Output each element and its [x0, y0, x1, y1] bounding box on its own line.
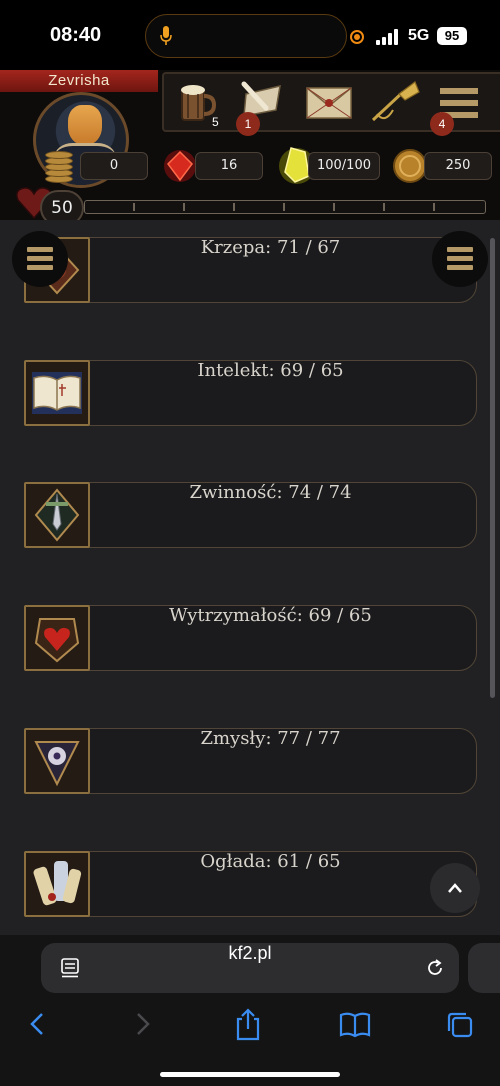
- bookmarks-icon[interactable]: [335, 1007, 375, 1041]
- scrolls-icon: [24, 851, 90, 917]
- tavern-count: 5: [212, 115, 219, 129]
- game-header: Zevrisha 5 1 4 0 16 100/100 250 50: [0, 70, 500, 226]
- stat-row-wytrzymalosc[interactable]: Wytrzymałość: 69 / 65: [24, 605, 478, 671]
- reload-icon[interactable]: [425, 958, 445, 978]
- microphone-icon: [160, 26, 172, 45]
- coins-value: 0: [80, 152, 148, 180]
- top-icon-bar: 5 1 4: [162, 72, 500, 136]
- quests-badge: 1: [236, 112, 260, 136]
- stat-label: Zmysły: 77 / 77: [200, 728, 341, 749]
- forward-arrow-icon[interactable]: [122, 1007, 162, 1041]
- gold-coin-icon: [393, 149, 427, 183]
- stat-label: Krzepa: 71 / 67: [200, 237, 341, 258]
- stat-label: Ogłada: 61 / 65: [200, 851, 341, 872]
- stat-row-zwinnosc[interactable]: Zwinność: 74 / 74: [24, 482, 478, 548]
- stat-row-oglada[interactable]: Ogłada: 61 / 65: [24, 851, 478, 917]
- back-arrow-icon[interactable]: [18, 1007, 58, 1041]
- open-book-icon: [24, 360, 90, 426]
- crystals-value: 16: [195, 152, 263, 180]
- stat-label: Zwinność: 74 / 74: [189, 482, 352, 503]
- dagger-icon: [24, 482, 90, 548]
- envelope-icon: [306, 87, 352, 119]
- horn-icon: [371, 81, 420, 122]
- coin-stack-icon: [45, 145, 81, 183]
- stat-row-zmysly[interactable]: Zmysły: 77 / 77: [24, 728, 478, 794]
- recording-indicator-icon: [350, 30, 364, 44]
- energy-value: 100/100: [308, 152, 380, 180]
- signal-icon: [376, 29, 402, 45]
- quests-button[interactable]: 1: [236, 80, 286, 136]
- stat-label: Intelekt: 69 / 65: [197, 360, 344, 381]
- crystal-icon: [164, 150, 196, 182]
- stats-list: Krzepa: 71 / 67 Intelekt: 69 / 65 Zwinno…: [0, 220, 500, 935]
- right-menu-button[interactable]: [432, 231, 488, 287]
- stat-row-krzepa[interactable]: Krzepa: 71 / 67: [24, 237, 478, 303]
- status-time: 08:40: [50, 24, 102, 46]
- gold-value: 250: [424, 152, 492, 180]
- experience-bar: [84, 200, 486, 214]
- tavern-button[interactable]: 5: [174, 80, 224, 129]
- share-icon[interactable]: [228, 1007, 268, 1041]
- home-indicator[interactable]: [160, 1072, 340, 1077]
- stat-label: Wytrzymałość: 69 / 65: [169, 605, 372, 626]
- chevron-up-icon: [448, 883, 462, 893]
- horn-button[interactable]: [369, 80, 420, 126]
- address-bar[interactable]: kf2.pl: [41, 943, 459, 993]
- dynamic-island[interactable]: [145, 14, 347, 58]
- main-menu-button[interactable]: 4: [430, 80, 486, 136]
- mail-button[interactable]: [304, 80, 354, 126]
- stat-row-intelekt[interactable]: Intelekt: 69 / 65: [24, 360, 478, 426]
- menu-badge: 4: [430, 112, 454, 136]
- scroll-to-top-button[interactable]: [430, 863, 480, 913]
- heart-shield-icon: [24, 605, 90, 671]
- network-type: 5G: [408, 27, 430, 44]
- tabs-icon[interactable]: [442, 1007, 482, 1041]
- eye-emblem-icon: [24, 728, 90, 794]
- scrollbar[interactable]: [490, 238, 495, 698]
- character-name: Zevrisha: [0, 70, 158, 92]
- left-menu-button[interactable]: [12, 231, 68, 287]
- url-text: kf2.pl: [228, 943, 272, 963]
- status-bar: 08:40 5G 95: [0, 0, 500, 70]
- battery-level: 95: [437, 27, 467, 45]
- browser-toolbar: kf2.pl: [0, 935, 500, 1086]
- next-tab-preview[interactable]: [468, 943, 500, 993]
